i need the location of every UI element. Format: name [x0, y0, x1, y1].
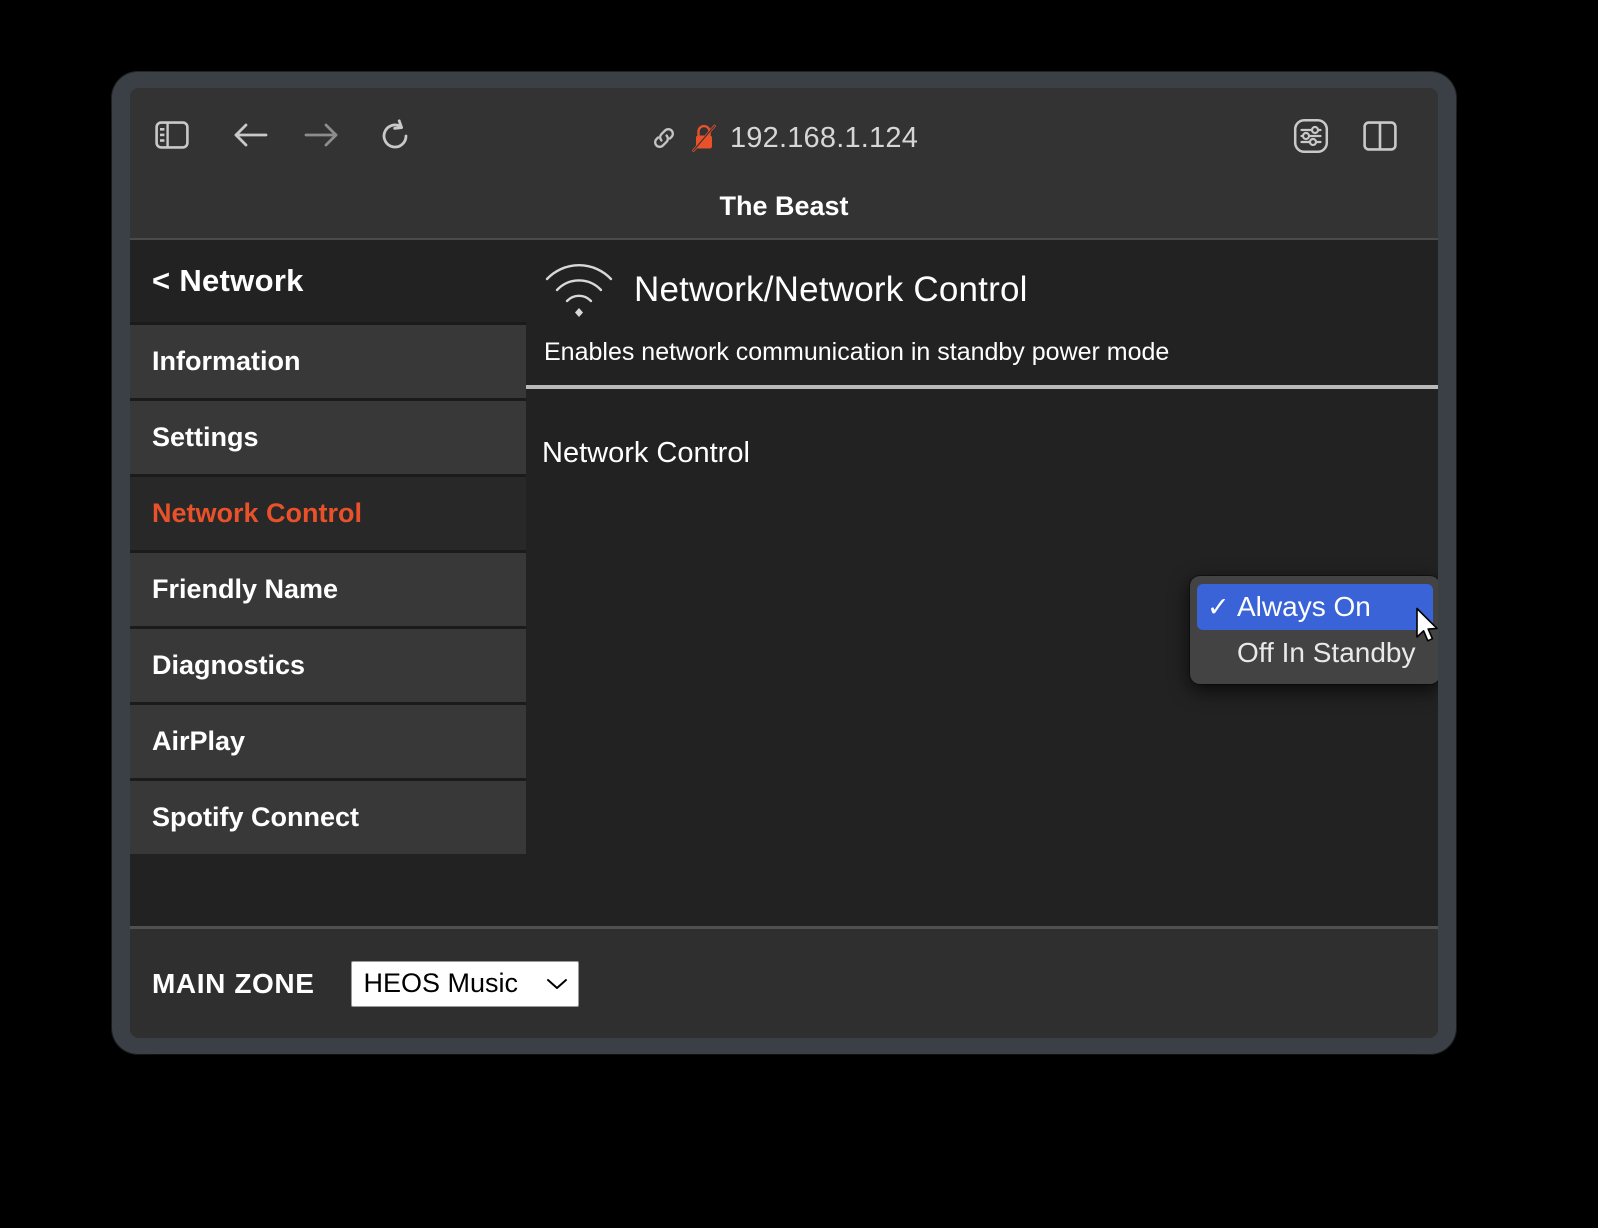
network-control-dropdown[interactable]: ✓ Always On Off In Standby [1190, 576, 1438, 684]
setting-label: Network Control [542, 436, 750, 469]
content-panel: Network/Network Control Enables network … [526, 240, 1438, 926]
zone-source-value: HEOS Music [363, 968, 519, 998]
sidebar-item-network-control[interactable]: Network Control [130, 474, 526, 550]
zone-bar: MAIN ZONE HEOS Music [130, 926, 1438, 1038]
insecure-lock-icon [691, 123, 717, 153]
content-header: Network/Network Control Enables network … [526, 240, 1438, 389]
url-bar[interactable]: 192.168.1.124 [130, 118, 1438, 158]
sidebar-back-button[interactable]: < Network [130, 240, 526, 322]
zone-source-select[interactable]: HEOS Music [350, 960, 579, 1007]
sidebar-item-settings[interactable]: Settings [130, 398, 526, 474]
content-subtitle: Enables network communication in standby… [544, 338, 1170, 366]
setting-row: Network Control [542, 425, 1438, 481]
sidebar-item-label: AirPlay [152, 726, 246, 756]
sidebar-item-label: Settings [152, 422, 259, 452]
sidebar-item-label: Diagnostics [152, 650, 306, 680]
url-text: 192.168.1.124 [729, 121, 919, 154]
page-title: The Beast [719, 190, 849, 221]
tab-overview-icon[interactable] [1360, 116, 1400, 156]
dropdown-option-always-on[interactable]: ✓ Always On [1197, 584, 1433, 630]
dropdown-option-off-in-standby[interactable]: Off In Standby [1197, 630, 1433, 676]
sidebar-back-label: < Network [152, 263, 304, 298]
browser-toolbar: 192.168.1.124 [130, 88, 1438, 174]
content-title: Network/Network Control [634, 270, 1028, 309]
sidebar-item-diagnostics[interactable]: Diagnostics [130, 626, 526, 702]
sidebar-item-airplay[interactable]: AirPlay [130, 702, 526, 778]
link-icon [650, 124, 678, 152]
sidebar-item-label: Network Control [152, 498, 363, 528]
sidebar-item-friendly-name[interactable]: Friendly Name [130, 550, 526, 626]
content-divider [526, 385, 1438, 389]
sidebar: < Network Information Settings Network C… [130, 240, 526, 926]
checkmark-icon: ✓ [1207, 591, 1230, 622]
sidebar-item-label: Information [152, 346, 301, 376]
sidebar-item-label: Friendly Name [152, 574, 339, 604]
sidebar-item-information[interactable]: Information [130, 322, 526, 398]
dropdown-option-label: Off In Standby [1237, 637, 1416, 668]
dropdown-option-label: Always On [1237, 591, 1371, 622]
browser-window: 192.168.1.124 The Beast < Network Inform… [112, 72, 1456, 1054]
sidebar-item-spotify-connect[interactable]: Spotify Connect [130, 778, 526, 854]
main-region: < Network Information Settings Network C… [130, 240, 1438, 926]
page-settings-icon[interactable] [1290, 116, 1332, 156]
browser-viewport: 192.168.1.124 The Beast < Network Inform… [130, 88, 1438, 1038]
chevron-down-icon [546, 977, 568, 991]
wifi-icon [542, 261, 616, 319]
page-title-bar: The Beast [130, 174, 1438, 240]
sidebar-item-label: Spotify Connect [152, 802, 359, 832]
zone-label: MAIN ZONE [152, 967, 315, 999]
